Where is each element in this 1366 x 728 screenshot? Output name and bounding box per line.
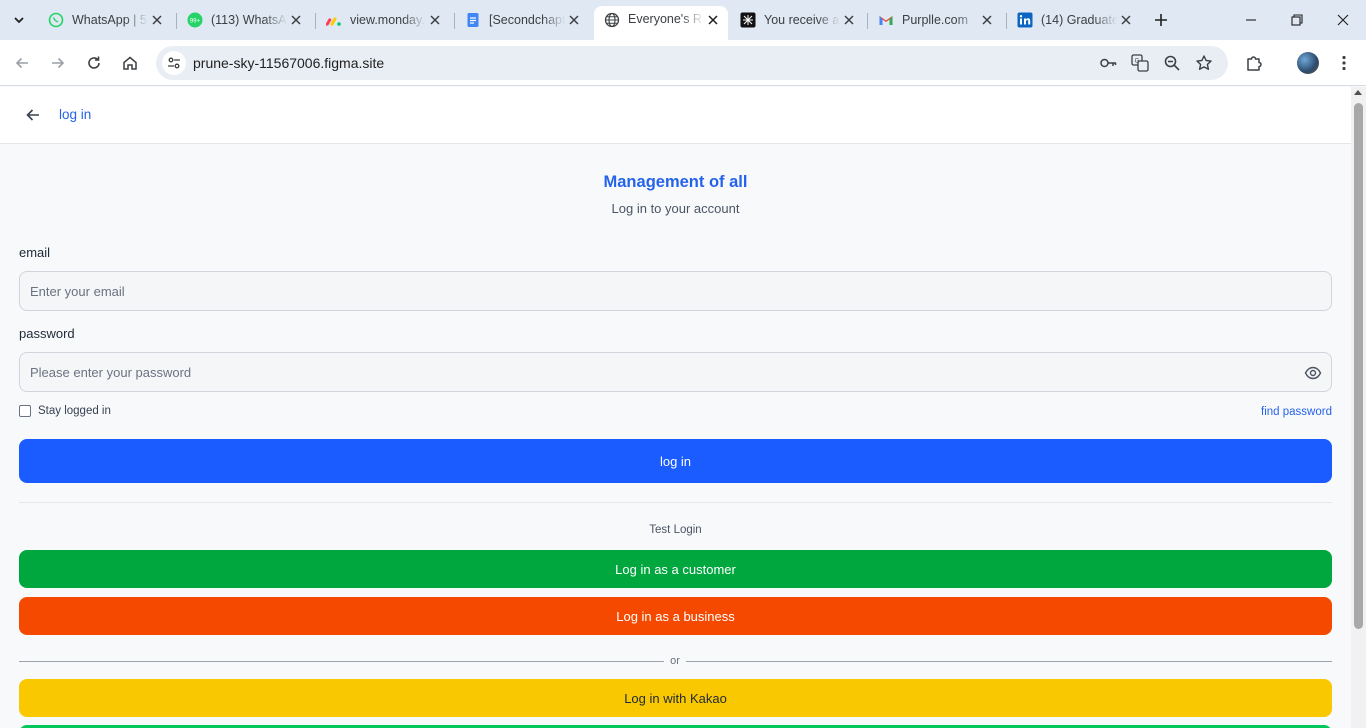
tab-search-button[interactable] xyxy=(6,7,32,33)
tab-everyones-active[interactable]: Everyone's R xyxy=(594,6,728,40)
stay-logged-in-option[interactable]: Stay logged in xyxy=(19,405,111,417)
scroll-thumb[interactable] xyxy=(1354,103,1363,629)
scroll-up-arrow-icon[interactable] xyxy=(1354,90,1362,95)
google-docs-icon xyxy=(465,12,481,28)
header-title: log in xyxy=(59,107,92,122)
tab-google-docs[interactable]: [Secondchapter] xyxy=(455,6,589,34)
tab-monday[interactable]: view.monday.com xyxy=(316,6,450,34)
close-tab-icon[interactable] xyxy=(428,13,442,27)
business-login-button[interactable]: Log in as a business xyxy=(19,597,1332,635)
site-settings-icon[interactable] xyxy=(162,51,186,75)
login-button[interactable]: log in xyxy=(19,439,1332,483)
close-tab-icon[interactable] xyxy=(567,13,581,27)
reload-button[interactable] xyxy=(80,49,108,77)
email-label: email xyxy=(19,245,51,260)
tab-whatsapp-2[interactable]: 99+ (113) WhatsApp xyxy=(177,6,311,34)
close-tab-icon[interactable] xyxy=(980,13,994,27)
browser-tab-strip: WhatsApp | 5 99+ (113) WhatsApp view.mon… xyxy=(0,0,1366,40)
address-bar[interactable]: prune-sky-11567006.figma.site G xyxy=(156,46,1228,80)
tab-linkedin[interactable]: (14) Graduate xyxy=(1007,6,1141,34)
bookmark-star-icon[interactable] xyxy=(1194,53,1214,73)
tab-you-receive[interactable]: You receive a xyxy=(730,6,864,34)
key-icon[interactable] xyxy=(1098,53,1118,73)
page-scrollbar[interactable] xyxy=(1351,87,1366,728)
globe-icon xyxy=(604,12,620,28)
zoom-icon[interactable] xyxy=(1162,53,1182,73)
home-button[interactable] xyxy=(116,49,144,77)
gmail-icon xyxy=(878,12,894,28)
password-label: password xyxy=(19,326,75,341)
stay-logged-in-checkbox[interactable] xyxy=(19,405,31,417)
email-field[interactable] xyxy=(20,272,1331,310)
restore-button[interactable] xyxy=(1274,0,1320,40)
test-login-label: Test Login xyxy=(649,524,702,536)
close-tab-icon[interactable] xyxy=(289,13,303,27)
close-tab-icon[interactable] xyxy=(1119,13,1133,27)
browser-toolbar: prune-sky-11567006.figma.site G xyxy=(0,40,1366,86)
tab-gmail-purplle[interactable]: Purplle.com xyxy=(868,6,1002,34)
chrome-menu-icon[interactable] xyxy=(1330,49,1358,77)
stay-logged-in-label: Stay logged in xyxy=(38,405,111,417)
brand-title: Management of all xyxy=(603,173,748,191)
password-field[interactable] xyxy=(20,353,1331,391)
page-subtitle: Log in to your account xyxy=(611,201,740,216)
kakao-login-button[interactable]: Log in with Kakao xyxy=(19,679,1332,717)
translate-icon[interactable]: G xyxy=(1130,53,1150,73)
page-header: log in xyxy=(0,87,1351,144)
section-divider xyxy=(19,502,1332,503)
profile-avatar[interactable] xyxy=(1297,52,1319,74)
minimize-button[interactable] xyxy=(1228,0,1274,40)
close-tab-icon[interactable] xyxy=(842,13,856,27)
or-divider-left xyxy=(19,661,664,662)
forward-button[interactable] xyxy=(44,49,72,77)
close-window-button[interactable] xyxy=(1320,0,1366,40)
whatsapp-badge-icon: 99+ xyxy=(187,12,203,28)
find-password-link[interactable]: find password xyxy=(1261,406,1332,418)
url-text[interactable]: prune-sky-11567006.figma.site xyxy=(193,55,384,71)
svg-text:99+: 99+ xyxy=(190,19,201,25)
close-tab-icon[interactable] xyxy=(706,13,720,27)
new-tab-button[interactable] xyxy=(1150,9,1172,31)
close-tab-icon[interactable] xyxy=(150,13,164,27)
show-password-eye-icon[interactable] xyxy=(1303,363,1323,383)
customer-login-button[interactable]: Log in as a customer xyxy=(19,550,1332,588)
svg-text:G: G xyxy=(1135,59,1140,65)
linkedin-icon xyxy=(1017,12,1033,28)
password-field-wrapper xyxy=(19,352,1332,392)
web-page: log in Management of all Log in to your … xyxy=(0,87,1351,728)
extensions-icon[interactable] xyxy=(1240,49,1268,77)
or-label: or xyxy=(670,655,680,667)
tab-whatsapp[interactable]: WhatsApp | 5 xyxy=(38,6,172,34)
app-icon xyxy=(740,12,756,28)
monday-icon xyxy=(326,12,342,28)
email-field-wrapper xyxy=(19,271,1332,311)
back-button[interactable] xyxy=(8,49,36,77)
or-divider-right xyxy=(686,661,1332,662)
whatsapp-icon xyxy=(48,12,64,28)
back-arrow-icon[interactable] xyxy=(22,104,44,126)
